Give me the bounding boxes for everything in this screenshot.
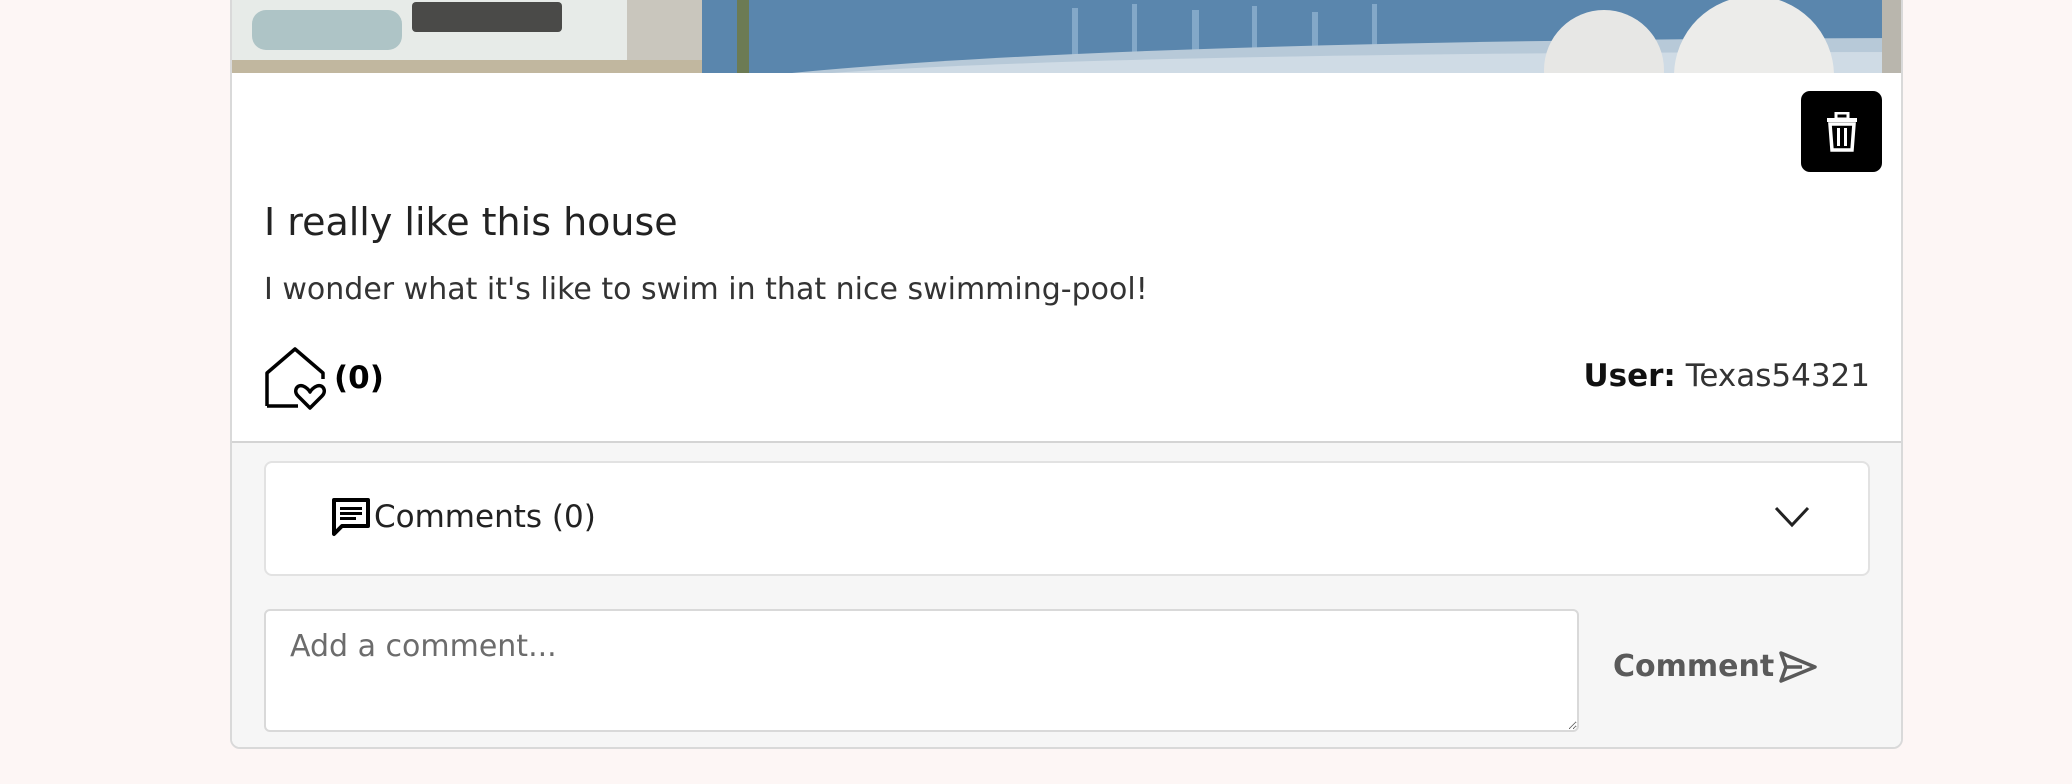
comment-submit-button[interactable]: Comment xyxy=(1613,649,1818,684)
send-icon xyxy=(1779,650,1817,683)
comments-section: Comments (0) Comment xyxy=(232,441,1901,747)
user-label: User: xyxy=(1583,358,1676,394)
post-author: User: Texas54321 xyxy=(1583,358,1870,394)
chat-icon xyxy=(332,498,370,536)
likes: (0) xyxy=(264,346,384,410)
comment-input[interactable] xyxy=(264,609,1579,732)
username: Texas54321 xyxy=(1685,358,1870,394)
post-image xyxy=(232,0,1901,73)
comment-submit-label: Comment xyxy=(1613,649,1775,684)
comments-toggle-label: Comments (0) xyxy=(374,499,596,535)
post-body: I wonder what it's like to swim in that … xyxy=(264,272,1148,307)
pool-photo xyxy=(232,0,1901,73)
post-card: I really like this house I wonder what i… xyxy=(230,0,1903,749)
trash-icon xyxy=(1826,111,1857,152)
comments-accordion-toggle[interactable]: Comments (0) xyxy=(264,461,1870,576)
like-count: (0) xyxy=(334,360,384,396)
delete-button[interactable] xyxy=(1801,91,1882,172)
post-title: I really like this house xyxy=(264,200,678,244)
house-heart-icon[interactable] xyxy=(264,346,326,410)
chevron-down-icon xyxy=(1774,506,1810,528)
